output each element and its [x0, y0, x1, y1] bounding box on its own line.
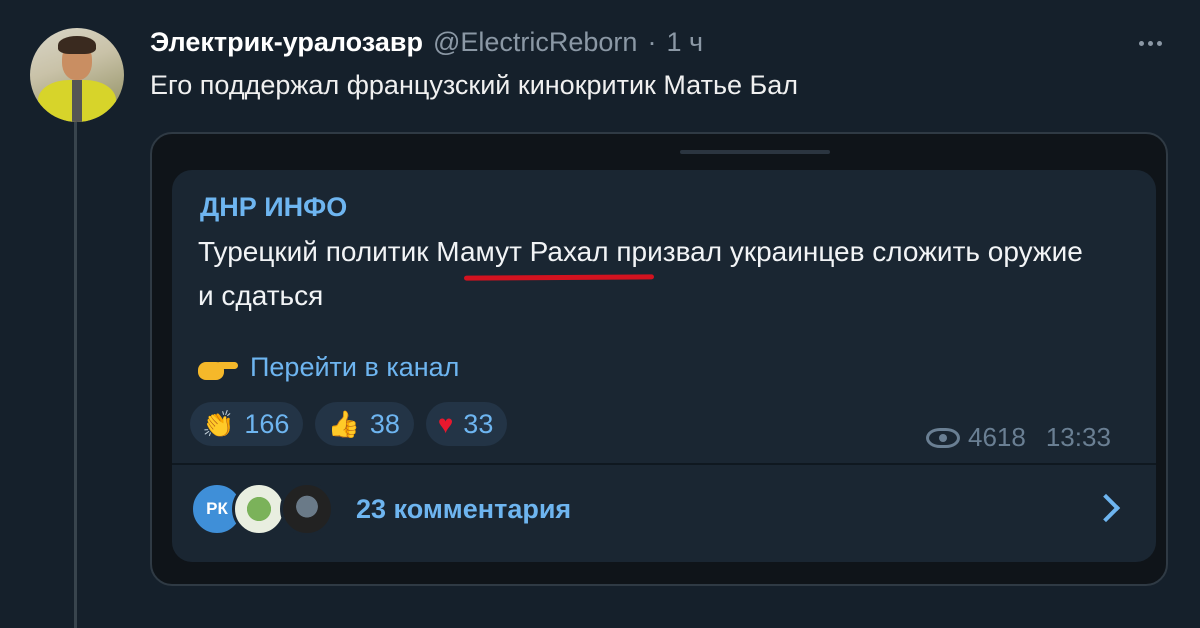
reactions-bar: 👏 166 👍 38 ♥ 33 [190, 402, 508, 446]
commenter-avatars: РК [190, 482, 340, 540]
thumbs-up-icon: 👍 [327, 409, 360, 439]
reaction-count: 33 [463, 408, 494, 439]
views-count: 4618 [968, 422, 1026, 452]
thread-line [74, 122, 77, 628]
author-handle[interactable]: @ElectricReborn [433, 27, 637, 58]
reaction-count: 38 [369, 408, 400, 439]
channel-name[interactable]: ДНР ИНФО [200, 192, 347, 223]
comments-label: 23 комментария [356, 494, 572, 524]
views-eye-icon [926, 427, 960, 448]
more-options-icon[interactable] [1130, 28, 1170, 58]
drag-handle [680, 150, 830, 154]
reaction-count: 166 [244, 408, 290, 439]
clapping-hands-icon: 👏 [202, 409, 235, 439]
tweet-time[interactable]: 1 ч [666, 27, 703, 58]
reaction-heart[interactable]: ♥ 33 [425, 402, 508, 446]
commenter-avatar [232, 482, 286, 536]
divider [172, 463, 1156, 465]
tweet-text: Его поддержал французский кинокритик Мат… [150, 70, 799, 100]
separator: · [647, 27, 657, 57]
reaction-thumbs-up[interactable]: 👍 38 [315, 402, 414, 446]
tweet-header: Электрик-уралозавр @ElectricReborn · 1 ч [150, 27, 703, 57]
pointing-hand-icon [198, 354, 238, 382]
heart-icon: ♥ [437, 409, 454, 439]
chevron-right-icon [1091, 493, 1121, 523]
goto-channel-label: Перейти в канал [250, 352, 460, 382]
commenter-avatar [280, 482, 334, 536]
goto-channel-link[interactable]: Перейти в канал [198, 352, 459, 383]
author-name[interactable]: Электрик-уралозавр [150, 27, 423, 58]
post-meta: 4618 13:33 [926, 422, 1111, 453]
reaction-clap[interactable]: 👏 166 [190, 402, 304, 446]
author-avatar[interactable] [30, 28, 124, 122]
comments-row[interactable]: РК 23 комментария [190, 482, 1140, 542]
post-time: 13:33 [1045, 422, 1111, 452]
